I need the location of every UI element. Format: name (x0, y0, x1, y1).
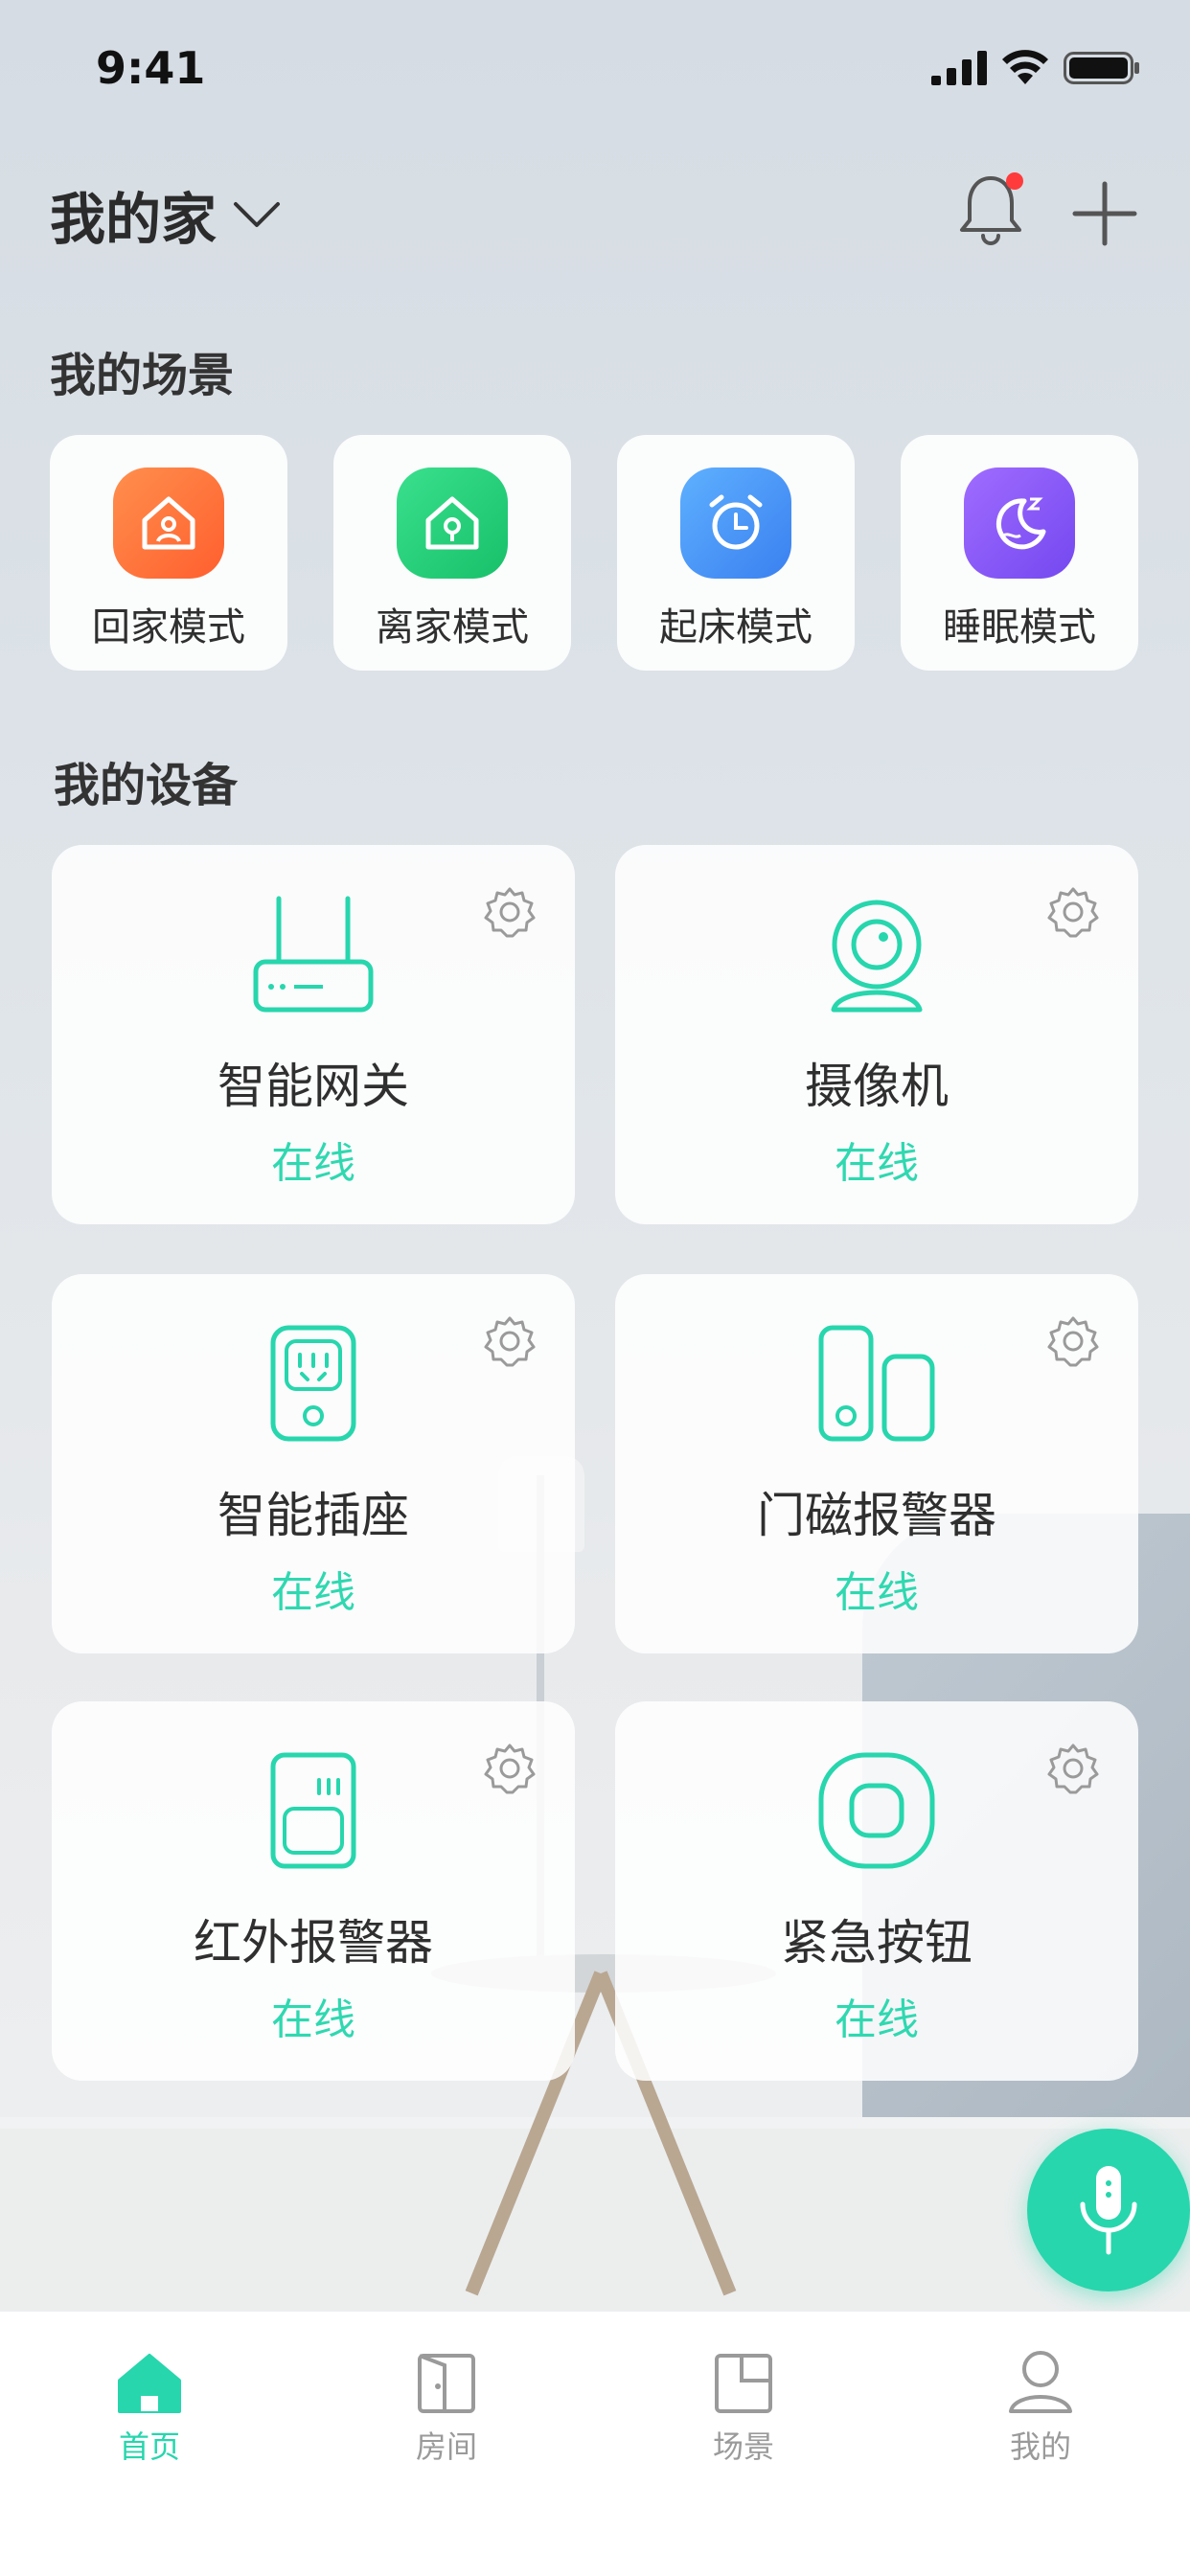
tab-label: 我的 (1009, 2428, 1071, 2465)
device-name: 智能网关 (217, 1059, 409, 1114)
device-status: 在线 (271, 1139, 355, 1188)
tab-scenes[interactable]: 场景 (648, 2329, 839, 2467)
status-icons (931, 50, 1140, 86)
device-card-door-sensor[interactable]: 门磁报警器 在线 (615, 1274, 1138, 1653)
device-status: 在线 (835, 1568, 919, 1617)
device-name: 紧急按钮 (781, 1915, 973, 1971)
chevron-down-icon (234, 202, 281, 227)
device-name: 摄像机 (805, 1059, 949, 1114)
home-person-icon (113, 467, 224, 579)
scene-label: 起床模式 (659, 605, 812, 650)
tab-rooms[interactable]: 房间 (351, 2329, 542, 2467)
device-status: 在线 (835, 1139, 919, 1188)
moon-sleep-icon (964, 467, 1075, 579)
add-icon[interactable] (1071, 180, 1138, 247)
emergency-button-icon (818, 1752, 935, 1869)
scene-label: 离家模式 (376, 605, 529, 650)
tab-label: 场景 (712, 2428, 774, 2465)
user-icon (1009, 2351, 1072, 2413)
microphone-icon (1080, 2166, 1137, 2255)
tab-profile[interactable]: 我的 (945, 2329, 1136, 2467)
scene-card-wakeup[interactable]: 起床模式 (617, 435, 855, 671)
device-card-gateway[interactable]: 智能网关 在线 (52, 845, 575, 1224)
home-selector[interactable]: 我的家 (50, 174, 282, 255)
device-name: 门磁报警器 (757, 1488, 996, 1543)
status-time: 9:41 (96, 42, 206, 94)
device-name: 智能插座 (217, 1488, 409, 1543)
scene-card-away[interactable]: 离家模式 (333, 435, 571, 671)
scene-card-home[interactable]: 回家模式 (50, 435, 287, 671)
home-icon (118, 2354, 181, 2413)
scenes-title: 我的场景 (50, 349, 235, 402)
scene-card-sleep[interactable]: 睡眠模式 (901, 435, 1138, 671)
scene-label: 回家模式 (92, 605, 245, 650)
camera-icon (831, 900, 923, 1013)
battery-icon (1064, 52, 1139, 84)
tab-label: 房间 (415, 2428, 477, 2465)
router-icon (253, 896, 374, 1013)
wifi-icon (1002, 50, 1048, 84)
device-status: 在线 (271, 1995, 355, 2044)
device-card-camera[interactable]: 摄像机 在线 (615, 845, 1138, 1224)
device-status: 在线 (835, 1995, 919, 2044)
tab-bar: 首页 房间 场景 我的 (0, 2311, 1190, 2576)
notification-dot (1006, 172, 1023, 190)
device-card-emergency[interactable]: 紧急按钮 在线 (615, 1701, 1138, 2081)
devices-title: 我的设备 (54, 759, 239, 812)
scene-icon (715, 2354, 772, 2413)
voice-button[interactable] (1027, 2129, 1190, 2291)
home-lock-icon (397, 467, 508, 579)
device-status: 在线 (271, 1568, 355, 1617)
tab-label: 首页 (118, 2428, 180, 2465)
tab-home[interactable]: 首页 (54, 2329, 245, 2467)
home-name: 我的家 (50, 187, 217, 252)
signal-icon (931, 51, 987, 85)
device-card-socket[interactable]: 智能插座 在线 (52, 1274, 575, 1653)
device-name: 红外报警器 (194, 1915, 433, 1971)
infrared-sensor-icon (270, 1752, 356, 1869)
device-card-infrared[interactable]: 红外报警器 在线 (52, 1701, 575, 2081)
door-icon (418, 2354, 475, 2413)
scene-label: 睡眠模式 (943, 605, 1096, 650)
alarm-clock-icon (680, 467, 791, 579)
socket-icon (270, 1325, 356, 1442)
door-sensor-icon (818, 1325, 935, 1442)
